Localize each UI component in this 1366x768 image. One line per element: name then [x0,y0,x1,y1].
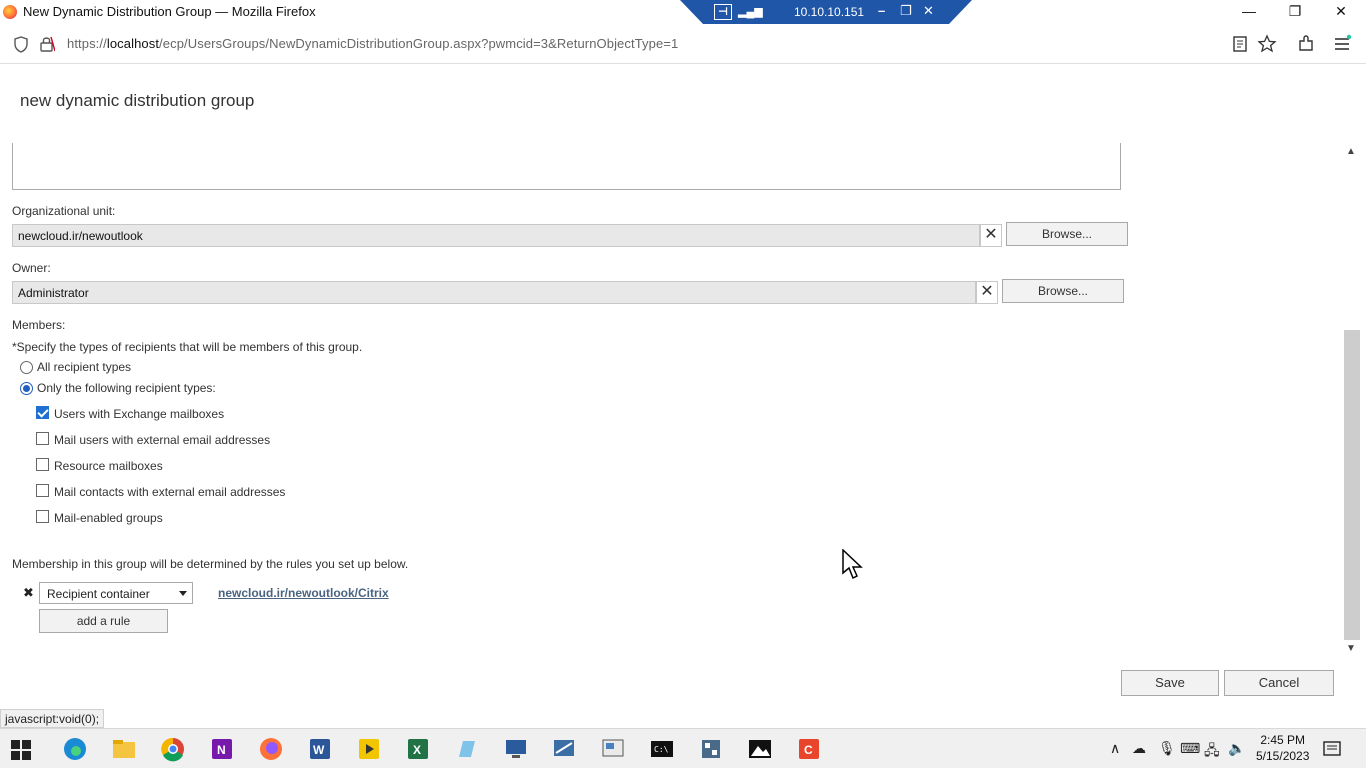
onedrive-icon[interactable]: ☁ [1132,740,1146,757]
url-prefix: https:// [67,36,107,51]
window-title: New Dynamic Distribution Group — Mozilla… [23,4,316,19]
mail-contacts-checkbox[interactable] [36,484,49,497]
chrome-icon[interactable] [159,735,187,763]
all-recipient-types-radio[interactable] [20,361,33,374]
only-following-types-label[interactable]: Only the following recipient types: [37,381,216,395]
recipient-type-label[interactable]: Mail contacts with external email addres… [54,485,285,499]
svg-text:X: X [413,743,421,757]
firefox-icon [3,5,17,19]
mail-users-checkbox[interactable] [36,432,49,445]
remote-ip: 10.10.10.151 [794,5,865,19]
pin-icon[interactable]: ⊣ [714,4,732,20]
resource-mailboxes-checkbox[interactable] [36,458,49,471]
input-language-icon[interactable]: ⌨ [1180,740,1200,757]
users-exchange-mailboxes-checkbox[interactable] [36,406,49,419]
minimize-button[interactable]: — [1226,0,1272,24]
restore-button[interactable]: ❐ [1272,0,1318,24]
rule-type-value: Recipient container [47,587,150,601]
svg-text:W: W [313,743,325,757]
file-explorer-icon[interactable] [110,735,138,763]
notes-textarea[interactable] [12,143,1121,190]
network-tool-icon[interactable] [550,735,578,763]
firefox-taskbar-icon[interactable] [257,735,285,763]
owner-field[interactable]: Administrator [12,281,976,304]
remote-manager-icon[interactable] [599,735,627,763]
url-host: localhost [106,36,160,51]
recipient-type-label[interactable]: Users with Exchange mailboxes [54,407,224,421]
remote-close-icon[interactable]: ✕ [923,3,934,19]
menu-icon[interactable] [1332,34,1352,54]
browser-toolbar: https://localhost/ecp/UsersGroups/NewDyn… [0,24,1366,64]
svg-text:C: C [804,743,813,757]
notepad-icon[interactable] [453,735,481,763]
recipient-type-label[interactable]: Resource mailboxes [54,459,163,473]
url-path: /ecp/UsersGroups/NewDynamicDistributionG… [159,36,679,51]
remote-minimize-icon[interactable]: – [878,3,885,18]
media-player-icon[interactable] [355,735,383,763]
owner-browse-button[interactable]: Browse... [1002,279,1124,303]
org-unit-clear-icon[interactable]: ✕ [980,224,1002,247]
bookmark-star-icon[interactable] [1257,34,1277,54]
remote-restore-icon[interactable]: ❐ [900,3,912,19]
owner-clear-icon[interactable]: ✕ [976,281,998,304]
page-title: new dynamic distribution group [20,91,255,110]
svg-text:N: N [217,743,226,757]
edge-icon[interactable] [61,735,89,763]
status-bar: javascript:void(0); [0,709,105,728]
server-manager-icon[interactable] [697,735,725,763]
shield-icon[interactable] [13,36,29,53]
camtasia-icon[interactable]: C [795,735,823,763]
connection-quality-icon[interactable]: ▂▄▆ [738,5,763,18]
mail-enabled-groups-checkbox[interactable] [36,510,49,523]
only-following-types-radio[interactable] [20,382,33,395]
org-unit-browse-button[interactable]: Browse... [1006,222,1128,246]
word-icon[interactable]: W [306,735,334,763]
rule-value-link[interactable]: newcloud.ir/newoutlook/Citrix [218,586,389,600]
remove-rule-icon[interactable]: ✖ [23,585,34,601]
scroll-up-icon[interactable]: ▲ [1346,146,1356,157]
rules-hint: Membership in this group will be determi… [12,557,409,571]
rule-type-select[interactable]: Recipient container [39,582,193,604]
scrollbar-thumb[interactable] [1344,330,1360,640]
org-unit-label: Organizational unit: [12,204,116,218]
save-button[interactable]: Save [1121,670,1219,696]
cancel-button[interactable]: Cancel [1224,670,1334,696]
lock-warning-icon[interactable] [39,35,55,53]
reader-view-icon[interactable] [1230,34,1250,54]
network-icon[interactable]: 🖧 [1204,740,1220,764]
windows-start-icon[interactable] [10,739,32,761]
owner-label: Owner: [12,261,51,275]
mouse-cursor-icon [842,549,863,580]
members-hint: *Specify the types of recipients that wi… [12,340,363,354]
excel-icon[interactable]: X [404,735,432,763]
photos-icon[interactable] [746,735,774,763]
recipient-type-label[interactable]: Mail-enabled groups [54,511,163,525]
taskbar-clock[interactable]: 2:45 PM 5/15/2023 [1256,732,1309,764]
extensions-icon[interactable] [1296,34,1316,54]
windows-taskbar: N W X C:\ C ∧ ☁ 🎙 ⌨ 🖧 🔈 2:45 PM 5/15/202… [0,728,1366,768]
clock-date: 5/15/2023 [1256,749,1310,763]
members-label: Members: [12,318,66,332]
chevron-down-icon [179,591,187,596]
all-recipient-types-label[interactable]: All recipient types [37,360,131,374]
remote-connection-bar: ⊣ ▂▄▆ 10.10.10.151 – ❐ ✕ [680,0,972,25]
add-rule-button[interactable]: add a rule [39,609,168,633]
volume-icon[interactable]: 🔈 [1228,740,1245,757]
command-prompt-icon[interactable]: C:\ [648,735,676,763]
remote-desktop-icon[interactable] [502,735,530,763]
clock-time: 2:45 PM [1260,733,1306,747]
tray-chevron-up-icon[interactable]: ∧ [1110,740,1120,757]
scroll-down-icon[interactable]: ▼ [1346,643,1356,654]
close-button[interactable]: ✕ [1318,0,1364,24]
notifications-icon[interactable] [1322,739,1342,759]
svg-text:C:\: C:\ [654,745,669,754]
recipient-type-label[interactable]: Mail users with external email addresses [54,433,270,447]
microphone-icon[interactable]: 🎙 [1158,740,1176,757]
url-bar[interactable]: https://localhost/ecp/UsersGroups/NewDyn… [67,36,678,51]
org-unit-field[interactable]: newcloud.ir/newoutlook [12,224,980,247]
onenote-icon[interactable]: N [208,735,236,763]
